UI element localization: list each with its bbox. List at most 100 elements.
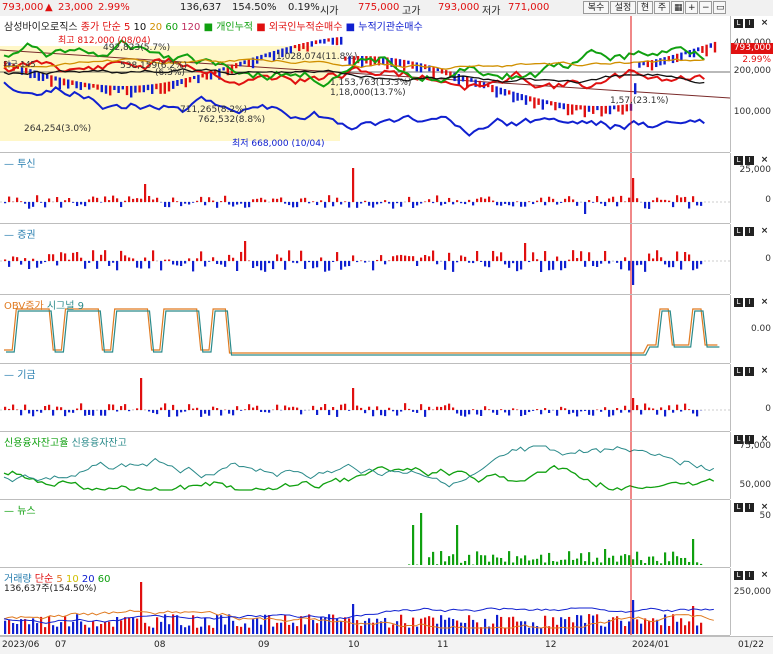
flow-bar (564, 408, 566, 410)
flow-bar (168, 202, 170, 207)
flow-bar (644, 261, 646, 272)
flow-bar (572, 410, 574, 413)
flow-bar (444, 261, 446, 270)
flow-bar (608, 410, 610, 417)
price-candle (63, 79, 65, 86)
multi-button[interactable]: 복수 (583, 1, 609, 14)
obv-pane[interactable]: OBV증가 시그널 9 (0, 295, 730, 364)
settings-button[interactable]: 설정 (610, 1, 636, 14)
close-icon[interactable]: × (760, 571, 769, 580)
flow-bar (400, 410, 402, 412)
news-bar (512, 563, 514, 565)
flow-bar (468, 261, 470, 263)
volume-bar (396, 621, 398, 634)
pane-link-icon[interactable]: L (734, 571, 743, 580)
flow-bar (560, 261, 562, 270)
close-icon[interactable]: × (760, 156, 769, 165)
pane-info-icon[interactable]: I (745, 367, 754, 376)
pane-link-icon[interactable]: L (734, 227, 743, 236)
price-pane[interactable]: 삼성바이오로직스 종가 단순 5 10 20 60 120 ■ 개인누적 ■ 외… (0, 16, 730, 153)
pane-info-icon[interactable]: I (745, 227, 754, 236)
flow-bar (664, 410, 666, 416)
trust-pane[interactable]: — 투신 (0, 153, 730, 224)
pane-link-icon[interactable]: L (734, 19, 743, 28)
volume-bar (308, 614, 310, 634)
close-icon[interactable]: × (760, 19, 769, 28)
flow-bar (32, 202, 34, 207)
grid-icon[interactable]: ▦ (671, 1, 684, 14)
pane-link-icon[interactable]: L (734, 503, 743, 512)
credit-pane[interactable]: 신용융자잔고율 신용융자잔고 (0, 432, 730, 500)
stock-button[interactable]: 주 (654, 1, 670, 14)
pane-info-icon[interactable]: I (745, 156, 754, 165)
flow-bar (140, 261, 142, 269)
price-candle (323, 39, 325, 44)
minus-icon[interactable]: − (699, 1, 712, 14)
flow-bar (60, 407, 62, 410)
volume-pane[interactable]: 거래량 단순 5 10 20 60 136,637주(154.50%) (0, 568, 730, 636)
price-candle (80, 82, 82, 90)
volume-bar (544, 616, 546, 634)
pane-link-icon[interactable]: L (734, 367, 743, 376)
window-icon[interactable]: ▭ (713, 1, 726, 14)
flow-bar (416, 261, 418, 266)
flow-bar (212, 201, 214, 202)
flow-bar (196, 201, 198, 202)
flow-bar (532, 202, 534, 204)
close-icon[interactable]: × (760, 227, 769, 236)
flow-bar (432, 202, 434, 203)
price-candle (533, 97, 535, 108)
volume-bar (680, 618, 682, 634)
volume-bar (572, 622, 574, 634)
volume-bar (168, 624, 170, 634)
flow-bar (648, 202, 650, 209)
current-button[interactable]: 현 (637, 1, 653, 14)
news-chart (0, 500, 730, 567)
flow-bar (496, 410, 498, 415)
plus-icon[interactable]: + (685, 1, 698, 14)
flow-bar (448, 253, 450, 261)
pane-info-icon[interactable]: I (745, 298, 754, 307)
pane-info-icon[interactable]: I (745, 503, 754, 512)
pane-info-icon[interactable]: I (745, 571, 754, 580)
flow-bar (100, 202, 102, 203)
flow-bar (96, 198, 98, 202)
flow-bar (492, 201, 494, 202)
price-candle (504, 89, 506, 96)
pane-info-icon[interactable]: I (745, 19, 754, 28)
flow-bar (16, 198, 18, 202)
flow-bar (688, 254, 690, 261)
news-pane[interactable]: — 뉴스 (0, 500, 730, 568)
others-pane[interactable]: — 기금 (0, 364, 730, 432)
x-label-07: 07 (55, 640, 66, 650)
flow-bar (624, 406, 626, 410)
volume-bar (216, 615, 218, 634)
news-bar (596, 558, 598, 565)
legend-institution: ■ 누적기관순매수 (346, 22, 423, 33)
close-icon[interactable]: × (760, 298, 769, 307)
flow-bar (300, 251, 302, 261)
close-icon[interactable]: × (760, 367, 769, 376)
flow-bar (692, 410, 694, 414)
price-candle (96, 84, 98, 89)
flow-bar (88, 261, 90, 263)
price-candle (584, 106, 586, 118)
volume-bar (276, 623, 278, 634)
securities-pane[interactable]: — 증권 (0, 224, 730, 295)
volume-bar (212, 628, 214, 634)
flow-bar (192, 261, 194, 271)
volume-bar (100, 624, 102, 634)
news-bar (464, 561, 466, 565)
flow-bar (400, 255, 402, 261)
flow-bar (428, 199, 430, 202)
pane-link-icon[interactable]: L (734, 156, 743, 165)
flow-bar (552, 261, 554, 270)
volume-bar (524, 621, 526, 634)
flow-bar (28, 410, 30, 413)
pane-link-icon[interactable]: L (734, 298, 743, 307)
annotation-6: 762,532(8.8%) (198, 115, 265, 125)
flow-bar (268, 261, 270, 263)
flow-bar (252, 261, 254, 268)
x-label-2023-06: 2023/06 (2, 640, 39, 650)
flow-bar (508, 202, 510, 205)
